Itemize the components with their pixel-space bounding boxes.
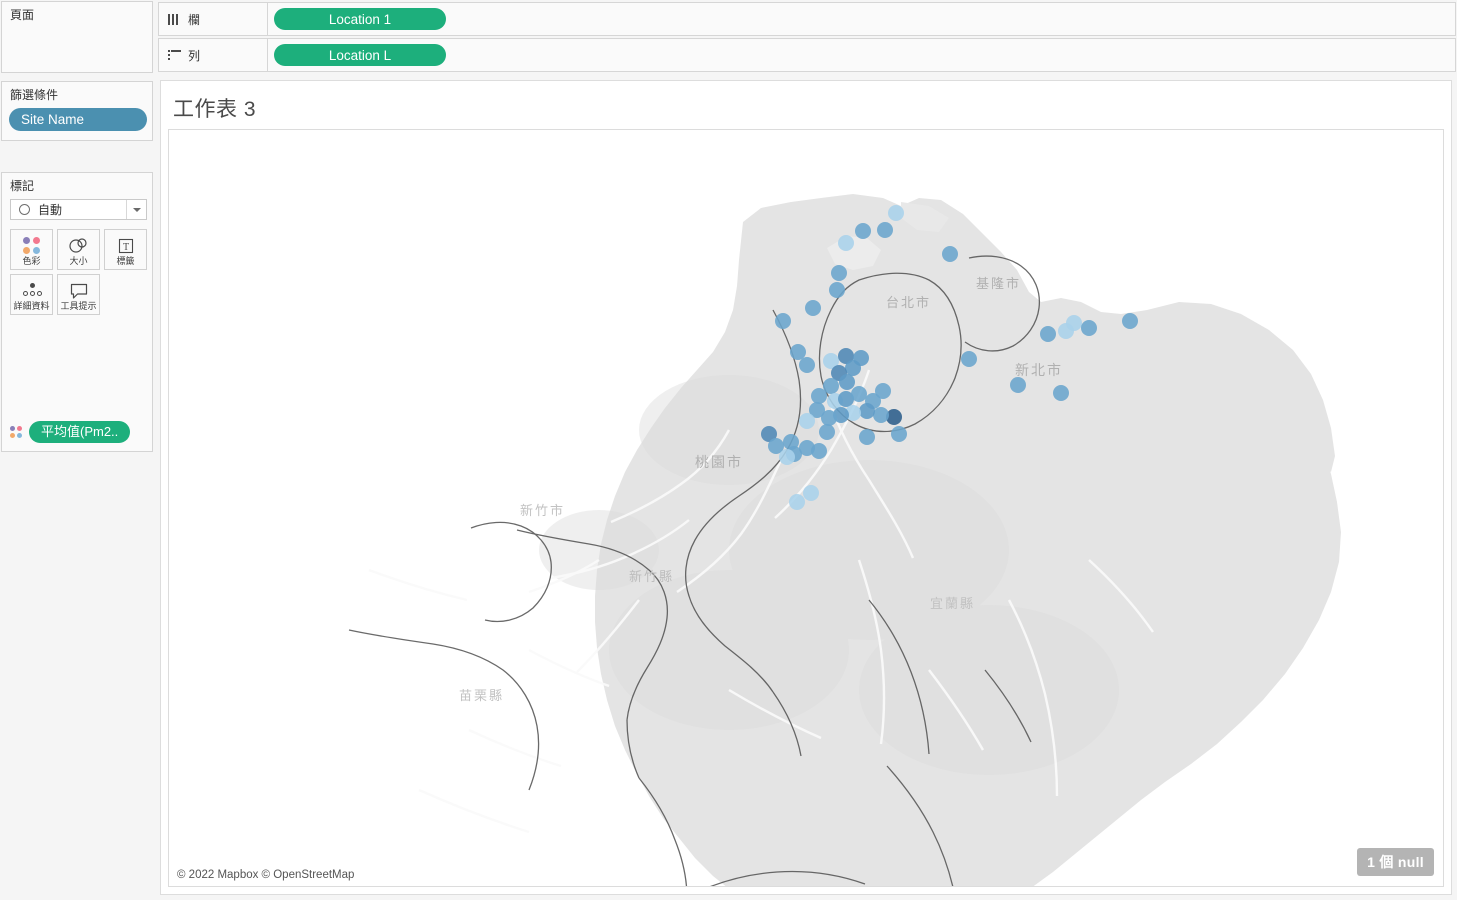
marks-detail-label: 詳細資料 [13, 301, 50, 311]
map-mark[interactable] [1066, 315, 1082, 331]
rows-shelf[interactable]: 列 Location L [158, 38, 1456, 72]
circle-icon [19, 204, 30, 215]
map-mark[interactable] [888, 205, 904, 221]
map-marks-layer[interactable] [169, 130, 1443, 886]
map-mark[interactable] [942, 246, 958, 262]
map-mark[interactable] [805, 300, 821, 316]
map-mark[interactable] [1010, 377, 1026, 393]
left-panel: 篩選條件 Site Name 標記 自動 色彩 大小 T 標籤 詳細資料 工具提… [0, 76, 156, 900]
map-mark[interactable] [1040, 326, 1056, 342]
map-mark[interactable] [1053, 385, 1069, 401]
map-mark[interactable] [829, 282, 845, 298]
rows-shelf-label: 列 [158, 38, 268, 72]
marks-card: 標記 自動 色彩 大小 T 標籤 詳細資料 工具提示 平均值(Pm2.. [1, 172, 153, 452]
map-mark[interactable] [775, 313, 791, 329]
map-mark[interactable] [831, 265, 847, 281]
rows-label-text: 列 [188, 48, 201, 63]
tableau-worksheet: 頁面 欄 Location 1 列 Location L 篩選條件 Site N… [0, 0, 1457, 900]
marks-encoding-pill-avg-pm25[interactable]: 平均值(Pm2.. [29, 421, 131, 443]
map-frame[interactable]: 台北市 基隆市 新北市 桃園市 新竹市 新竹縣 苗栗縣 宜蘭縣 © 2022 M… [168, 129, 1444, 887]
map-mark[interactable] [779, 449, 795, 465]
marks-encoding-row: 平均值(Pm2.. [10, 421, 131, 443]
map-mark[interactable] [855, 223, 871, 239]
marks-detail-button[interactable]: 詳細資料 [10, 274, 53, 315]
map-mark[interactable] [838, 235, 854, 251]
filters-title: 篩選條件 [10, 88, 59, 102]
svg-text:T: T [122, 242, 128, 253]
map-canvas[interactable]: 台北市 基隆市 新北市 桃園市 新竹市 新竹縣 苗栗縣 宜蘭縣 © 2022 M… [169, 130, 1443, 886]
rows-icon [168, 49, 181, 61]
color-palette-icon [10, 425, 23, 439]
color-palette-icon [22, 235, 41, 257]
marks-color-label: 色彩 [22, 256, 41, 266]
mark-type-value: 自動 [38, 203, 63, 217]
null-indicator-badge[interactable]: 1 個 null [1357, 848, 1434, 876]
map-mark[interactable] [1122, 313, 1138, 329]
map-mark[interactable] [859, 429, 875, 445]
marks-tooltip-label: 工具提示 [60, 301, 97, 311]
map-mark[interactable] [891, 426, 907, 442]
chevron-down-icon[interactable] [126, 200, 146, 219]
columns-icon [168, 13, 181, 25]
columns-shelf[interactable]: 欄 Location 1 [158, 2, 1456, 36]
filter-pill-site-name[interactable]: Site Name [9, 108, 147, 131]
filters-card: 篩選條件 Site Name [1, 81, 153, 141]
marks-color-button[interactable]: 色彩 [10, 229, 53, 270]
map-mark[interactable] [803, 485, 819, 501]
marks-buttons: 色彩 大小 T 標籤 詳細資料 工具提示 [10, 229, 148, 319]
columns-drop-area[interactable]: Location 1 [268, 2, 1456, 36]
pages-card: 頁面 [1, 1, 153, 73]
tooltip-icon [69, 280, 89, 302]
map-mark[interactable] [877, 222, 893, 238]
rows-drop-area[interactable]: Location L [268, 38, 1456, 72]
map-mark[interactable] [873, 407, 889, 423]
pill-location-1[interactable]: Location 1 [274, 8, 446, 30]
pill-location-l[interactable]: Location L [274, 44, 446, 66]
map-mark[interactable] [819, 424, 835, 440]
map-mark[interactable] [875, 383, 891, 399]
detail-icon [22, 280, 42, 302]
columns-shelf-label: 欄 [158, 2, 268, 36]
marks-size-button[interactable]: 大小 [57, 229, 100, 270]
map-mark[interactable] [799, 413, 815, 429]
marks-label-button[interactable]: T 標籤 [104, 229, 147, 270]
map-mark[interactable] [859, 403, 875, 419]
map-mark[interactable] [961, 351, 977, 367]
marks-tooltip-button[interactable]: 工具提示 [57, 274, 100, 315]
filters-pill-wrap: Site Name [2, 102, 152, 131]
map-mark[interactable] [811, 443, 827, 459]
map-mark[interactable] [799, 357, 815, 373]
label-text-icon: T [117, 235, 135, 257]
map-mark[interactable] [1081, 320, 1097, 336]
map-mark[interactable] [789, 494, 805, 510]
shelf-region: 頁面 欄 Location 1 列 Location L [0, 0, 1457, 76]
marks-size-label: 大小 [69, 256, 88, 266]
size-icon [68, 235, 90, 257]
page-title: 工作表 3 [173, 98, 257, 121]
marks-buttons-row-1: 色彩 大小 T 標籤 [10, 229, 148, 270]
mark-type-dropdown[interactable]: 自動 [10, 199, 147, 220]
marks-title: 標記 [10, 179, 35, 193]
marks-buttons-row-2: 詳細資料 工具提示 [10, 274, 148, 315]
pages-title: 頁面 [10, 8, 35, 22]
map-attribution: © 2022 Mapbox © OpenStreetMap [174, 868, 358, 882]
worksheet-view: 工作表 3 台北市 基隆市 新北市 桃園市 新竹市 新竹縣 苗栗縣 宜蘭縣 © … [160, 80, 1452, 895]
marks-label-label: 標籤 [116, 256, 135, 266]
columns-label-text: 欄 [188, 12, 201, 27]
